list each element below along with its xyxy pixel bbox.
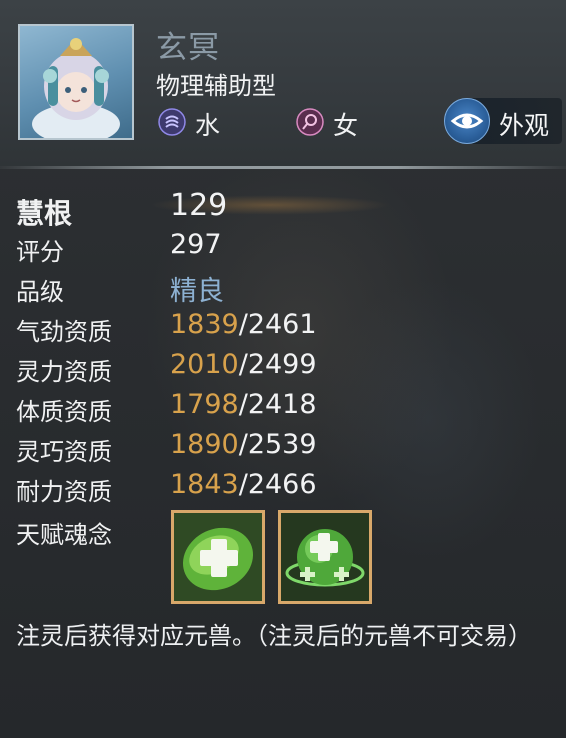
aptitude-max: /2418 bbox=[238, 389, 317, 420]
aptitude-value: 1839/2461 bbox=[170, 309, 317, 340]
talent-label: 天赋魂念 bbox=[16, 521, 112, 549]
gender-label: 女 bbox=[333, 111, 359, 140]
aptitude-label: 气劲资质 bbox=[16, 318, 112, 346]
eye-icon bbox=[444, 98, 490, 144]
grade-label: 品级 bbox=[16, 278, 64, 306]
pet-name: 玄冥 bbox=[156, 30, 220, 66]
aptitude-max: /2461 bbox=[238, 309, 317, 340]
wisdom-glow bbox=[100, 185, 440, 225]
talent-skill-slot[interactable] bbox=[171, 510, 265, 604]
pet-type: 物理辅助型 bbox=[156, 72, 276, 100]
score-label: 评分 bbox=[16, 238, 64, 266]
aptitude-label: 体质资质 bbox=[16, 398, 112, 426]
aptitude-label: 灵力资质 bbox=[16, 358, 112, 386]
aptitude-max: /2539 bbox=[238, 429, 317, 460]
wisdom-label: 慧根 bbox=[16, 197, 73, 230]
aptitude-current: 1843 bbox=[170, 469, 239, 500]
aptitude-current: 1890 bbox=[170, 429, 239, 460]
pet-avatar-portrait-icon bbox=[32, 38, 120, 138]
aptitude-max: /2499 bbox=[238, 349, 317, 380]
aptitude-current: 1798 bbox=[170, 389, 239, 420]
aptitude-label: 耐力资质 bbox=[16, 478, 112, 506]
aptitude-value: 2010/2499 bbox=[170, 349, 317, 380]
score-value: 297 bbox=[170, 229, 222, 260]
aptitude-current: 1839 bbox=[170, 309, 239, 340]
heal-orb-skill-icon bbox=[281, 513, 369, 601]
water-element-icon bbox=[158, 108, 186, 136]
footer-note: 注灵后获得对应元兽。（注灵后的元兽不可交易） bbox=[16, 622, 532, 650]
aptitude-current: 2010 bbox=[170, 349, 239, 380]
appearance-button[interactable]: 外观 bbox=[444, 98, 562, 144]
element-label: 水 bbox=[195, 111, 221, 140]
aptitude-value: 1890/2539 bbox=[170, 429, 317, 460]
wisdom-value: 129 bbox=[170, 188, 228, 223]
aptitude-value: 1843/2466 bbox=[170, 469, 317, 500]
pet-avatar bbox=[18, 24, 134, 140]
pet-info-panel: 玄冥 物理辅助型 水 女 外观 慧根 129 评分 297 品级 精良 气劲资质… bbox=[0, 0, 566, 738]
grade-value: 精良 bbox=[170, 276, 224, 307]
aptitude-value: 1798/2418 bbox=[170, 389, 317, 420]
heal-leaf-skill-icon bbox=[174, 513, 262, 601]
appearance-label: 外观 bbox=[499, 111, 550, 140]
header-divider bbox=[0, 166, 566, 169]
aptitude-max: /2466 bbox=[238, 469, 317, 500]
aptitude-label: 灵巧资质 bbox=[16, 438, 112, 466]
female-gender-icon bbox=[296, 108, 324, 136]
talent-skill-slot[interactable] bbox=[278, 510, 372, 604]
